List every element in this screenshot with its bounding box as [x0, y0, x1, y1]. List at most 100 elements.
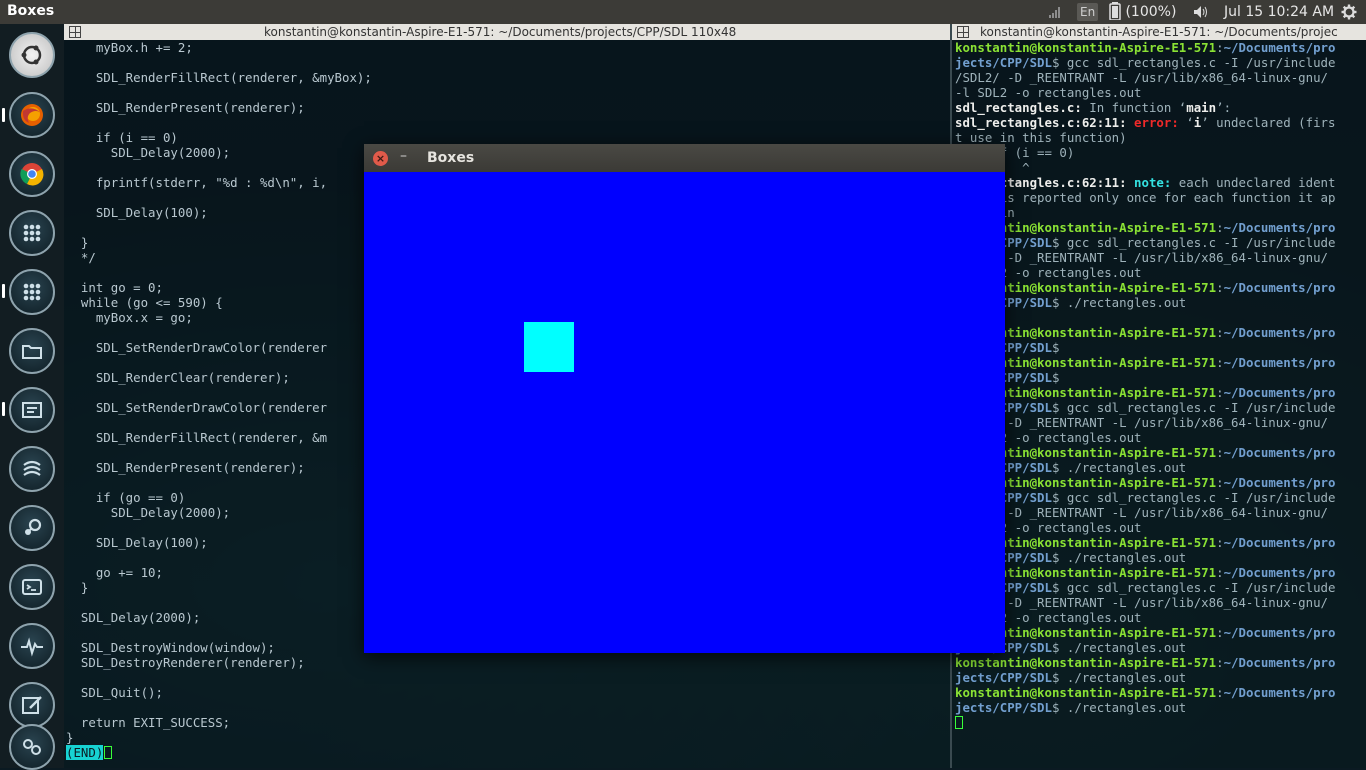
- shell-text: sdl_rectangles.c:62:11:: [955, 115, 1127, 130]
- shell-text: :: [1216, 385, 1224, 400]
- shell-text: :: [1216, 220, 1224, 235]
- terminal-window-right[interactable]: konstantin@konstantin-Aspire-E1-571: ~/D…: [952, 24, 1366, 768]
- window-titlebar[interactable]: × – Boxes: [364, 144, 1005, 172]
- shell-text: $: [1051, 340, 1060, 355]
- shell-text: ~/Documents/pro: [1223, 40, 1336, 55]
- shell-text: jects/CPP/SDL: [955, 700, 1052, 715]
- shell-text: jects/CPP/SDL: [955, 670, 1052, 685]
- launcher: [0, 24, 64, 770]
- shell-text: main: [1186, 100, 1217, 115]
- pager-status-line: (END): [66, 745, 950, 760]
- running-indicator: [2, 108, 5, 122]
- shell-text: :: [1216, 655, 1224, 670]
- shell-line: jects/CPP/SDL$ gcc sdl_rectangles.c -I /…: [955, 55, 1366, 70]
- code-line: SDL_Quit();: [66, 685, 163, 700]
- shell-output[interactable]: konstantin@konstantin-Aspire-E1-571:~/Do…: [955, 40, 1366, 768]
- top-panel: Boxes En (100%) Jul 15 10:24 AM: [0, 0, 1366, 24]
- active-app-title: Boxes: [7, 3, 55, 19]
- shell-line: jects/CPP/SDL$ ./rectangles.out: [955, 640, 1366, 655]
- shell-text: $ ./rectangles.out: [1051, 460, 1187, 475]
- shell-line: konstantin@konstantin-Aspire-E1-571:~/Do…: [955, 445, 1366, 460]
- shell-text: konstantin@konstantin-Aspire-E1-571: [955, 685, 1217, 700]
- firefox-icon[interactable]: [9, 92, 55, 138]
- text-editor-icon[interactable]: [9, 387, 55, 433]
- shell-line: pears in: [955, 205, 1366, 220]
- minimize-icon[interactable]: –: [400, 148, 407, 164]
- shell-line: sdl_rectangles.c:62:11: note: each undec…: [955, 175, 1366, 190]
- shell-text: :: [1216, 625, 1224, 640]
- shell-line: /SDL2/ -D _REENTRANT -L /usr/lib/x86_64-…: [955, 595, 1366, 610]
- settings-icon[interactable]: [9, 724, 55, 770]
- shell-line: jects/CPP/SDL$: [955, 370, 1366, 385]
- running-indicator: [2, 284, 5, 298]
- shell-line: jects/CPP/SDL$ ./rectangles.out: [955, 295, 1366, 310]
- shell-line: jects/CPP/SDL$ ./rectangles.out: [955, 670, 1366, 685]
- shell-text: ~/Documents/pro: [1223, 385, 1336, 400]
- pager-end-marker: (END): [66, 745, 104, 760]
- files-icon[interactable]: [9, 328, 55, 374]
- terminal-cursor: [955, 716, 963, 729]
- clock[interactable]: Jul 15 10:24 AM: [1224, 0, 1334, 24]
- shell-line: /SDL2/ -D _REENTRANT -L /usr/lib/x86_64-…: [955, 250, 1366, 265]
- shell-line: konstantin@konstantin-Aspire-E1-571:~/Do…: [955, 655, 1366, 670]
- shell-text: ~/Documents/pro: [1223, 625, 1336, 640]
- ubuntu-dash-icon[interactable]: [9, 32, 55, 78]
- paint-icon[interactable]: [9, 682, 55, 728]
- shell-text: :: [1216, 685, 1224, 700]
- terminal-titlebar[interactable]: konstantin@konstantin-Aspire-E1-571: ~/D…: [64, 24, 950, 40]
- terminal-icon[interactable]: [9, 564, 55, 610]
- gear-icon[interactable]: [1341, 0, 1357, 24]
- shell-line: ^: [955, 160, 1366, 175]
- shell-line: konstantin@konstantin-Aspire-E1-571:~/Do…: [955, 280, 1366, 295]
- shell-line: konstantin@konstantin-Aspire-E1-571:~/Do…: [955, 220, 1366, 235]
- terminal-menu-icon[interactable]: [957, 26, 969, 38]
- chrome-icon[interactable]: [9, 151, 55, 197]
- shell-line: /SDL2/ -D _REENTRANT -L /usr/lib/x86_64-…: [955, 505, 1366, 520]
- sublime-text-icon[interactable]: [9, 446, 55, 492]
- window-title: Boxes: [427, 150, 475, 166]
- shell-line: -l SDL2 -o rectangles.out: [955, 520, 1366, 535]
- shell-text: :: [1216, 475, 1224, 490]
- shell-text: ~/Documents/pro: [1223, 445, 1336, 460]
- shell-line: konstantin@konstantin-Aspire-E1-571:~/Do…: [955, 535, 1366, 550]
- shell-text: ~/Documents/pro: [1223, 565, 1336, 580]
- shell-line: konstantin@konstantin-Aspire-E1-571:~/Do…: [955, 355, 1366, 370]
- terminal-titlebar[interactable]: konstantin@konstantin-Aspire-E1-571: ~/D…: [952, 24, 1366, 40]
- shell-line: jects/CPP/SDL$ gcc sdl_rectangles.c -I /…: [955, 490, 1366, 505]
- shell-text: $ ./rectangles.out: [1051, 670, 1187, 685]
- code-line: SDL_RenderFillRect(renderer, &myBox);: [66, 70, 372, 85]
- terminal-menu-icon[interactable]: [69, 26, 81, 38]
- code-line: return EXIT_SUCCESS;: [66, 715, 231, 730]
- shell-text: ~/Documents/pro: [1223, 685, 1336, 700]
- shell-line: -l SDL2 -o rectangles.out: [955, 610, 1366, 625]
- shell-text: :: [1216, 535, 1224, 550]
- shell-line: if (i == 0): [955, 145, 1366, 160]
- shell-line: jects/CPP/SDL$ gcc sdl_rectangles.c -I /…: [955, 580, 1366, 595]
- shell-text: ~/Documents/pro: [1223, 280, 1336, 295]
- shell-text: :: [1216, 565, 1224, 580]
- network-icon[interactable]: [1048, 0, 1064, 24]
- code-line: if (i == 0): [66, 130, 178, 145]
- close-icon[interactable]: ×: [373, 151, 388, 166]
- steam-icon[interactable]: [9, 505, 55, 551]
- volume-icon[interactable]: [1193, 0, 1211, 24]
- shell-text: ~/Documents/pro: [1223, 220, 1336, 235]
- shell-text: error:: [1126, 115, 1187, 130]
- keyboard-layout-indicator[interactable]: En: [1077, 3, 1099, 21]
- shell-line: jects/CPP/SDL$ ./rectangles.out: [955, 700, 1366, 715]
- system-monitor-icon[interactable]: [9, 623, 55, 669]
- battery-indicator[interactable]: (100%): [1109, 0, 1179, 24]
- shell-text: /SDL2/ -D _REENTRANT -L /usr/lib/x86_64-…: [955, 250, 1328, 265]
- app-grid-icon[interactable]: [9, 210, 55, 256]
- shell-text: jects/CPP/SDL: [955, 55, 1052, 70]
- code-line: myBox.h += 2;: [66, 40, 193, 55]
- shell-text: ’ undeclared (firs: [1201, 115, 1336, 130]
- app-grid-icon[interactable]: [9, 269, 55, 315]
- sdl-boxes-window[interactable]: × – Boxes: [364, 144, 1005, 653]
- shell-text: $ ./rectangles.out: [1051, 295, 1187, 310]
- shell-line: sdl_rectangles.c: In function ‘main’:: [955, 100, 1366, 115]
- shell-text: In function ‘: [1081, 100, 1187, 115]
